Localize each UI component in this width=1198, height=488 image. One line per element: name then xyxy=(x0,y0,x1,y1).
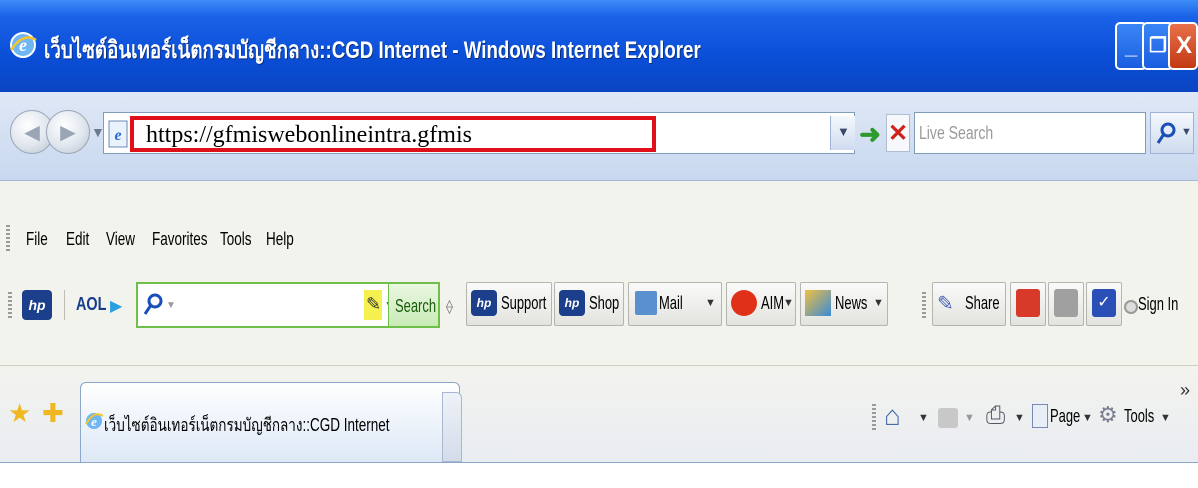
aol-label[interactable]: AOL xyxy=(76,294,106,315)
aim-dropdown-icon[interactable]: ▼ xyxy=(783,297,794,309)
aim-label: AIM xyxy=(761,293,785,313)
stop-button[interactable]: ✕ xyxy=(886,114,910,152)
add-favorites-icon[interactable]: ✚ xyxy=(42,398,64,429)
checkbox-icon: ✓ xyxy=(1092,289,1116,317)
mail-label: Mail xyxy=(659,293,683,313)
search-options-icon[interactable]: ▼ xyxy=(1181,126,1192,138)
tab-title: เว็บไซต์อินเทอร์เน็ตกรมบัญชีกลาง::CGD In… xyxy=(104,415,390,435)
browser-window: e เว็บไซต์อินเทอร์เน็ตกรมบัญชีกลาง::CGD … xyxy=(0,0,1198,488)
search-go-button[interactable]: ▼ xyxy=(1150,112,1194,154)
favorites-star-icon[interactable]: ★ xyxy=(8,398,31,429)
close-icon: X xyxy=(1176,32,1193,59)
page-menu[interactable]: Page xyxy=(1050,406,1080,427)
share-label: Share xyxy=(965,293,1000,313)
notes-icon xyxy=(1054,289,1078,317)
page-icon: e xyxy=(108,120,128,148)
address-dropdown-button[interactable]: ▼ xyxy=(830,116,855,150)
mail-button[interactable]: Mail ▼ xyxy=(628,282,722,326)
news-dropdown-icon[interactable]: ▼ xyxy=(873,297,884,309)
chevron-more-icon[interactable]: » xyxy=(1180,380,1190,401)
feeds-icon[interactable] xyxy=(938,408,958,428)
share-icon: ✎ xyxy=(937,293,954,315)
forward-button[interactable]: ► xyxy=(46,110,90,154)
share-button[interactable]: ✎ Share xyxy=(932,282,1006,326)
home-icon[interactable]: ⌂ xyxy=(884,400,901,432)
separator xyxy=(64,290,65,320)
aim-button[interactable]: AIM ▼ xyxy=(726,282,796,326)
shop-button[interactable]: hp Shop xyxy=(554,282,624,326)
chevron-down-icon: ▼ xyxy=(837,124,850,139)
ie-page-icon: e xyxy=(85,413,104,429)
menu-edit[interactable]: Edit xyxy=(66,229,89,250)
commandbar-grip[interactable] xyxy=(872,404,876,430)
hp-logo-icon[interactable]: hp xyxy=(22,290,52,320)
notes-button[interactable] xyxy=(1048,282,1084,326)
title-bar[interactable]: e เว็บไซต์อินเทอร์เน็ตกรมบัญชีกลาง::CGD … xyxy=(0,0,1198,92)
menu-file[interactable]: File xyxy=(26,229,48,250)
content-area-edge xyxy=(0,462,1198,488)
stop-icon: ✕ xyxy=(887,120,909,147)
feeds-dropdown-icon[interactable]: ▼ xyxy=(964,412,975,424)
mail-dropdown-icon[interactable]: ▼ xyxy=(705,297,716,309)
go-button[interactable]: ➜ xyxy=(858,118,882,150)
aol-mail-icon xyxy=(1016,289,1040,317)
aim-icon xyxy=(731,290,757,316)
toolbar-grip[interactable] xyxy=(8,292,12,318)
mail-icon xyxy=(635,291,657,315)
tools-menu[interactable]: Tools xyxy=(1124,406,1154,427)
restore-icon: ❐ xyxy=(1149,35,1167,57)
tasks-button[interactable]: ✓ xyxy=(1086,282,1122,326)
hp-icon: hp xyxy=(559,290,585,316)
support-button[interactable]: hp Support xyxy=(466,282,552,326)
live-search-input[interactable]: Live Search xyxy=(914,112,1146,154)
command-area xyxy=(0,181,1198,365)
aol-search-button[interactable]: Search xyxy=(388,284,438,326)
support-label: Support xyxy=(501,293,547,313)
news-icon xyxy=(805,290,831,316)
page-dropdown-icon[interactable]: ▼ xyxy=(1082,412,1093,424)
sign-in-link[interactable]: Sign In xyxy=(1138,294,1178,315)
new-tab-button[interactable] xyxy=(442,392,462,462)
tools-dropdown-icon[interactable]: ▼ xyxy=(1160,412,1171,424)
news-button[interactable]: News ▼ xyxy=(800,282,888,326)
menu-grip[interactable] xyxy=(6,225,10,251)
aol-mail-icon-button[interactable] xyxy=(1010,282,1046,326)
aol-arrow-icon: ▶ xyxy=(110,298,123,315)
menu-tools[interactable]: Tools xyxy=(220,229,252,250)
toolbar-resize-icon[interactable]: ⟠ xyxy=(446,298,453,315)
url-text[interactable]: https://gfmiswebonlineintra.gfmis xyxy=(146,122,472,149)
search-placeholder: Live Search xyxy=(919,123,994,143)
url-highlight-box[interactable]: https://gfmiswebonlineintra.gfmis xyxy=(130,116,656,152)
menu-view[interactable]: View xyxy=(106,229,135,250)
print-icon[interactable]: ⎙ xyxy=(986,402,1005,430)
svg-text:e: e xyxy=(114,127,121,144)
toolbar-grip[interactable] xyxy=(922,292,926,318)
menu-bar: File Edit View Favorites Tools Help xyxy=(14,229,344,259)
search-icon xyxy=(143,293,163,315)
ie-logo-icon: e xyxy=(9,32,37,58)
menu-help[interactable]: Help xyxy=(266,229,294,250)
aol-search-button-label: Search xyxy=(395,296,437,316)
forward-arrow-icon: ► xyxy=(55,117,81,147)
search-icon xyxy=(1156,122,1176,144)
home-dropdown-icon[interactable]: ▼ xyxy=(918,412,929,424)
shop-label: Shop xyxy=(589,293,620,313)
news-label: News xyxy=(835,293,868,313)
menu-favorites[interactable]: Favorites xyxy=(152,229,208,250)
gear-icon: ⚙ xyxy=(1098,402,1118,427)
status-dot-icon xyxy=(1124,300,1138,314)
page-menu-icon xyxy=(1032,404,1048,428)
go-arrow-icon: ➜ xyxy=(859,119,881,149)
print-dropdown-icon[interactable]: ▼ xyxy=(1014,412,1025,424)
minimize-icon: _ xyxy=(1125,34,1138,59)
address-row: ◄ ► ▼ e https://gfmiswebonlineintra.gfmi… xyxy=(0,92,1198,181)
hp-icon: hp xyxy=(471,290,497,316)
highlighter-icon[interactable]: ✎ xyxy=(364,290,382,320)
close-button[interactable]: X xyxy=(1168,22,1198,70)
search-engine-dropdown-icon[interactable]: ▼ xyxy=(166,300,176,311)
window-title: เว็บไซต์อินเทอร์เน็ตกรมบัญชีกลาง::CGD In… xyxy=(44,37,701,64)
